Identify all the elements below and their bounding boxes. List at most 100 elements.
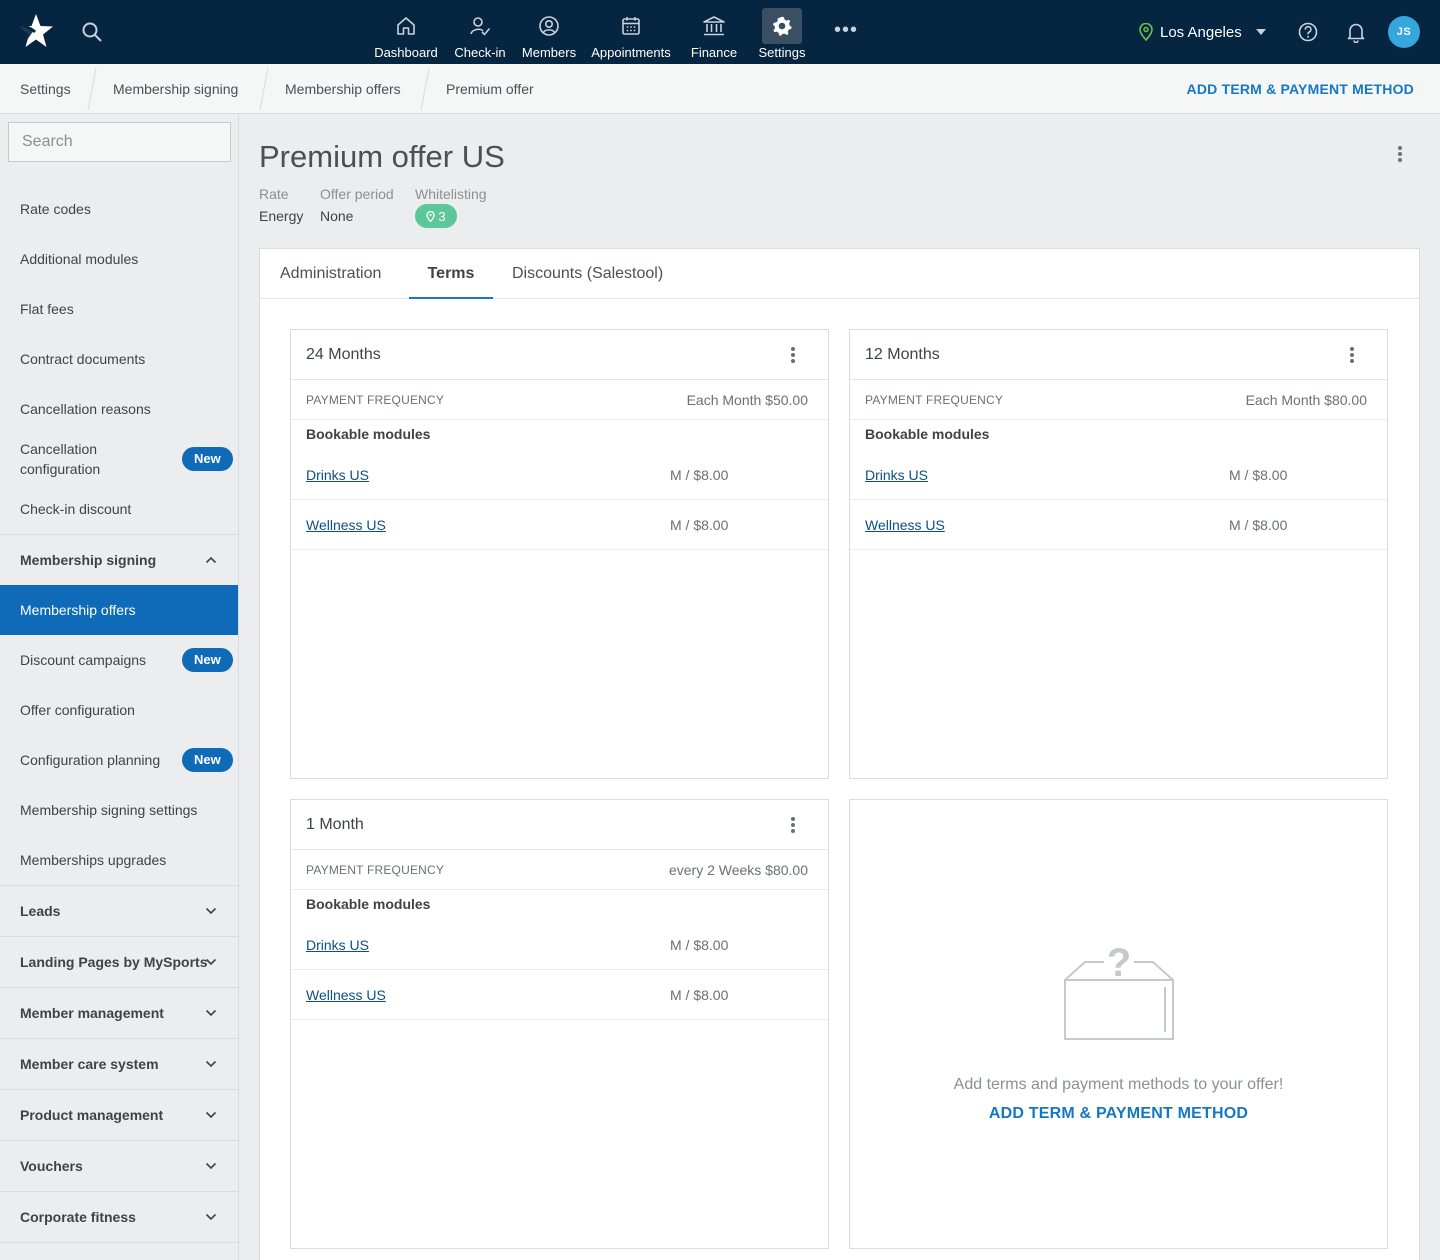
help-icon[interactable] xyxy=(1297,21,1319,43)
term-more-options-icon[interactable] xyxy=(789,345,797,365)
nav-appointments-label: Appointments xyxy=(591,45,671,60)
sidebar-item-check-in-discount[interactable]: Check-in discount xyxy=(0,484,238,534)
module-link[interactable]: Wellness US xyxy=(306,500,386,550)
chevron-down-icon xyxy=(205,1060,217,1068)
content-panel: Administration Terms Discounts (Salestoo… xyxy=(259,248,1420,1260)
sidebar-group-vouchers[interactable]: Vouchers xyxy=(0,1140,238,1191)
sidebar-group-label: Member care system xyxy=(20,1056,159,1072)
sidebar-item-membership-offers[interactable]: Membership offers xyxy=(0,585,238,635)
term-more-options-icon[interactable] xyxy=(1348,345,1356,365)
sidebar-group-leads[interactable]: Leads xyxy=(0,885,238,936)
empty-state-text: Add terms and payment methods to your of… xyxy=(953,1076,1284,1093)
nav-finance[interactable]: Finance xyxy=(688,0,740,64)
sidebar-search-input[interactable] xyxy=(8,122,231,162)
module-price: M / $8.00 xyxy=(670,937,729,953)
tab-terms[interactable]: Terms xyxy=(409,249,493,299)
breadcrumb-item[interactable]: Membership offers xyxy=(285,64,401,114)
sidebar-item-membership-signing-settings[interactable]: Membership signing settings xyxy=(0,785,238,835)
nav-settings-label: Settings xyxy=(758,45,806,60)
nav-check-in[interactable]: Check-in xyxy=(452,0,508,64)
module-link[interactable]: Drinks US xyxy=(865,450,928,500)
breadcrumb-separator xyxy=(420,67,430,111)
nav-members[interactable]: Members xyxy=(520,0,578,64)
search-icon[interactable] xyxy=(80,20,104,44)
sidebar-group-label: Product management xyxy=(20,1107,164,1123)
sidebar-group-landing-pages[interactable]: Landing Pages by MySports xyxy=(0,936,238,987)
sidebar-item-flat-fees[interactable]: Flat fees xyxy=(0,284,238,334)
sidebar-item-label: Contract documents xyxy=(20,351,146,367)
sidebar-group-corporate-fitness[interactable]: Corporate fitness xyxy=(0,1191,238,1242)
bookable-modules-heading: Bookable modules xyxy=(306,896,431,912)
sidebar-item-cancellation-reasons[interactable]: Cancellation reasons xyxy=(0,384,238,434)
module-link[interactable]: Wellness US xyxy=(306,970,386,1020)
nav-appointments[interactable]: Appointments xyxy=(590,0,672,64)
sidebar-group-label: Corporate fitness xyxy=(20,1209,136,1225)
nav-settings[interactable]: Settings xyxy=(756,0,808,64)
sidebar-item-cancellation-configuration[interactable]: Cancellation configuration New xyxy=(0,434,238,484)
term-title: 1 Month xyxy=(306,816,364,833)
module-price: M / $8.00 xyxy=(670,517,729,533)
bank-icon xyxy=(694,8,734,44)
nav-dashboard[interactable]: Dashboard xyxy=(374,0,438,64)
sidebar-group-member-management[interactable]: Member management xyxy=(0,987,238,1038)
sidebar: Rate codes Additional modules Flat fees … xyxy=(0,114,239,1260)
whitelisting-badge[interactable]: 3 xyxy=(415,204,457,228)
module-link[interactable]: Drinks US xyxy=(306,450,369,500)
breadcrumb-item[interactable]: Membership signing xyxy=(113,64,238,114)
module-link[interactable]: Drinks US xyxy=(306,920,369,970)
new-badge: New xyxy=(182,648,233,672)
term-card-header: 24 Months xyxy=(291,330,828,380)
sidebar-item-memberships-upgrades[interactable]: Memberships upgrades xyxy=(0,835,238,885)
home-icon xyxy=(386,8,426,44)
sidebar-divider xyxy=(0,1242,238,1260)
module-price: M / $8.00 xyxy=(670,467,729,483)
chevron-down-icon xyxy=(205,958,217,966)
offer-period-label: Offer period xyxy=(320,186,394,202)
sidebar-item-label: Additional modules xyxy=(20,251,139,267)
tab-discounts[interactable]: Discounts (Salestool) xyxy=(512,249,663,299)
term-title: 24 Months xyxy=(306,346,381,363)
module-price: M / $8.00 xyxy=(1229,467,1288,483)
sidebar-group-product-management[interactable]: Product management xyxy=(0,1089,238,1140)
question-box-icon: ? xyxy=(1064,942,1174,1040)
payment-frequency-value: Each Month $80.00 xyxy=(1245,392,1367,408)
sidebar-item-contract-documents[interactable]: Contract documents xyxy=(0,334,238,384)
new-badge: New xyxy=(182,748,233,772)
bookable-modules-heading: Bookable modules xyxy=(306,426,431,442)
term-card: 12 Months PAYMENT FREQUENCY Each Month $… xyxy=(849,329,1388,779)
sidebar-group-membership-signing[interactable]: Membership signing xyxy=(0,534,238,585)
sidebar-group-member-care-system[interactable]: Member care system xyxy=(0,1038,238,1089)
breadcrumb-item[interactable]: Settings xyxy=(20,64,71,114)
nav-finance-label: Finance xyxy=(690,45,738,60)
breadcrumb-current: Premium offer xyxy=(446,81,534,97)
sidebar-item-label: Membership signing settings xyxy=(20,802,198,818)
location-selector[interactable]: Los Angeles xyxy=(1138,20,1266,44)
sidebar-item-offer-configuration[interactable]: Offer configuration xyxy=(0,685,238,735)
add-term-button-header[interactable]: ADD TERM & PAYMENT METHOD xyxy=(1187,64,1414,114)
tab-administration[interactable]: Administration xyxy=(280,249,381,299)
term-more-options-icon[interactable] xyxy=(789,815,797,835)
payment-frequency-label: PAYMENT FREQUENCY xyxy=(865,393,1004,407)
term-card-header: 1 Month xyxy=(291,800,828,850)
sidebar-item-discount-campaigns[interactable]: Discount campaigns New xyxy=(0,635,238,685)
sidebar-item-label: Membership offers xyxy=(20,602,136,618)
logo-star-icon[interactable] xyxy=(14,10,58,54)
add-term-button[interactable]: ADD TERM & PAYMENT METHOD xyxy=(850,1105,1387,1123)
sidebar-item-configuration-planning[interactable]: Configuration planning New xyxy=(0,735,238,785)
calendar-icon xyxy=(611,8,651,44)
chevron-down-icon xyxy=(205,1009,217,1017)
caret-down-icon xyxy=(1255,29,1266,35)
top-navigation: Dashboard Check-in Members Appointments … xyxy=(0,0,1440,64)
sidebar-item-additional-modules[interactable]: Additional modules xyxy=(0,234,238,284)
term-title: 12 Months xyxy=(865,346,940,363)
sidebar-item-rate-codes[interactable]: Rate codes xyxy=(0,184,238,234)
offer-more-options-icon[interactable] xyxy=(1396,144,1404,164)
bell-icon[interactable] xyxy=(1346,21,1366,43)
avatar[interactable]: JS xyxy=(1388,16,1420,48)
location-pin-icon xyxy=(426,210,436,222)
payment-frequency-value: Each Month $50.00 xyxy=(686,392,808,408)
location-pin-icon xyxy=(1139,23,1153,41)
breadcrumb-separator xyxy=(87,67,97,111)
module-link[interactable]: Wellness US xyxy=(865,500,945,550)
more-icon[interactable]: ••• xyxy=(834,18,857,42)
